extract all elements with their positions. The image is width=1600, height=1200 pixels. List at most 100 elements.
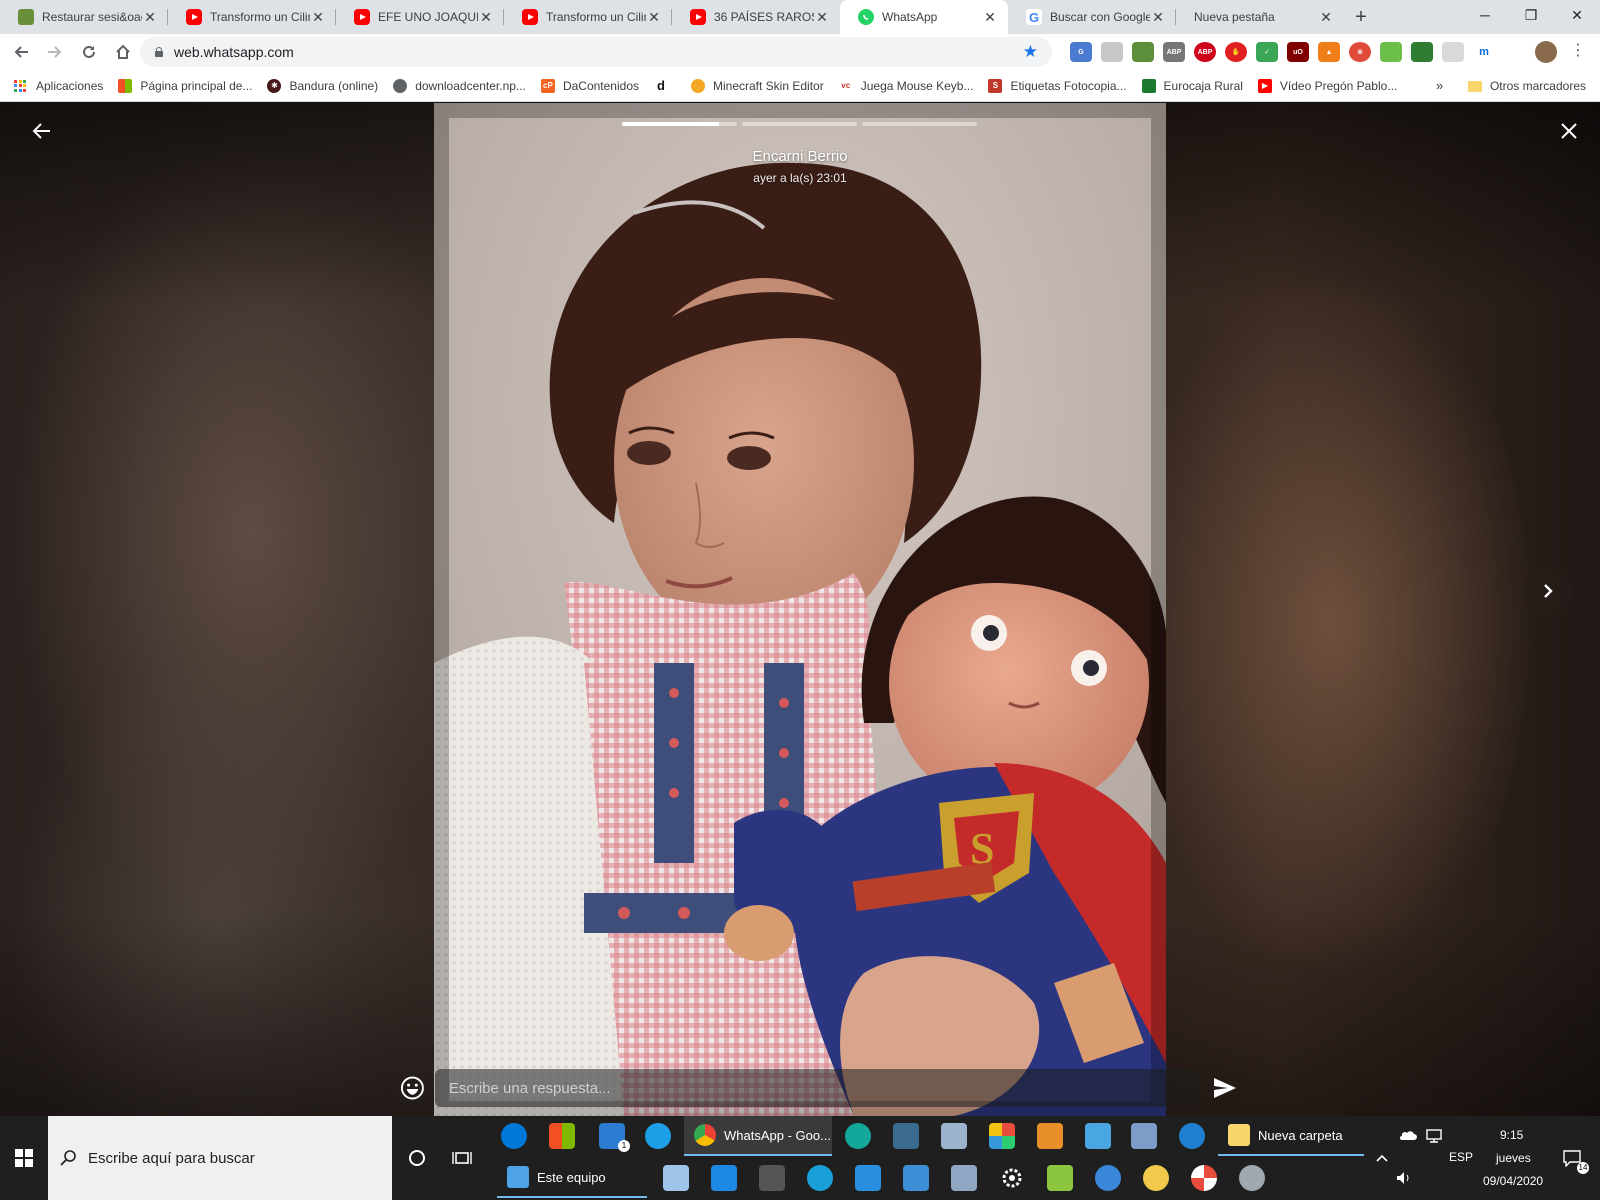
close-tab-icon[interactable]: ✕: [142, 9, 158, 26]
colorful-grid-app-icon[interactable]: [980, 1116, 1024, 1156]
blue-app-icon[interactable]: [702, 1158, 746, 1198]
bookmark-etiquetas[interactable]: S Etiquetas Fotocopia...: [988, 78, 1127, 93]
bookmark-downloadcenter[interactable]: downloadcenter.np...: [393, 78, 526, 93]
close-tab-icon[interactable]: ✕: [982, 9, 998, 26]
globe-extension-icon[interactable]: [1101, 42, 1123, 62]
minimize-icon[interactable]: ─: [1462, 0, 1508, 30]
translate-extension-icon[interactable]: G: [1070, 42, 1092, 62]
green-extension-icon[interactable]: [1380, 42, 1402, 62]
image-extension-icon[interactable]: [1132, 42, 1154, 62]
bookmark-dacontenidos[interactable]: cP DaContenidos: [540, 78, 639, 93]
tab-restore-session[interactable]: Restaurar sesi&oacute ✕: [0, 0, 168, 34]
vlc-cone-icon[interactable]: ▲: [1318, 42, 1340, 62]
bookmark-eurocaja[interactable]: Eurocaja Rural: [1141, 78, 1243, 93]
tab-youtube-2[interactable]: EFE UNO JOAQUIN ✕: [336, 0, 504, 34]
bookmark-d[interactable]: d: [654, 78, 676, 93]
close-tab-icon[interactable]: ✕: [646, 9, 662, 26]
clock-date[interactable]: 09/04/2020: [1483, 1174, 1543, 1188]
mail-icon[interactable]: 1: [590, 1116, 634, 1156]
lock-icon[interactable]: [154, 47, 164, 57]
back-arrow-icon[interactable]: [4, 35, 38, 69]
settings-tool-icon[interactable]: [1122, 1116, 1166, 1156]
close-tab-icon[interactable]: ✕: [814, 9, 830, 26]
menu-dots-icon[interactable]: ⋮: [1570, 40, 1586, 60]
shield-check-icon[interactable]: ✓: [1256, 42, 1278, 62]
taskbar-app-chrome-whatsapp[interactable]: WhatsApp - Goo...: [684, 1116, 832, 1156]
store-icon[interactable]: [540, 1116, 584, 1156]
edge-icon[interactable]: [492, 1116, 536, 1156]
tab-new-tab[interactable]: Nueva pestaña ✕: [1176, 0, 1344, 34]
taskbar-app-este-equipo[interactable]: Este equipo: [497, 1158, 647, 1198]
home-icon[interactable]: [106, 35, 140, 69]
gear-blue-icon[interactable]: [1170, 1116, 1214, 1156]
language-indicator[interactable]: ESP: [1449, 1150, 1473, 1164]
gear-icon[interactable]: [990, 1158, 1034, 1198]
close-tab-icon[interactable]: ✕: [1318, 9, 1334, 26]
control-panel-icon[interactable]: [1076, 1116, 1120, 1156]
bookmarks-overflow-chevron[interactable]: »: [1436, 78, 1443, 93]
notification-center-icon[interactable]: 14: [1550, 1138, 1594, 1178]
status-photo[interactable]: S: [434, 103, 1166, 1116]
red-circle-extension-icon[interactable]: ⊗: [1349, 42, 1371, 62]
chat-bubble-icon[interactable]: [1086, 1158, 1130, 1198]
media-player-app-icon[interactable]: [1028, 1116, 1072, 1156]
usb-app-icon[interactable]: [884, 1116, 928, 1156]
taskbar-search-box[interactable]: Escribe aquí para buscar: [48, 1116, 392, 1200]
ublock-origin-icon[interactable]: uO: [1287, 42, 1309, 62]
phone-app-icon[interactable]: [846, 1158, 890, 1198]
refresh-circle-extension-icon[interactable]: [1442, 42, 1464, 62]
adblock-plus-icon[interactable]: ABP: [1194, 42, 1216, 62]
clock-day[interactable]: jueves: [1496, 1151, 1531, 1165]
reload-icon[interactable]: [72, 35, 106, 69]
bookmark-minecraft[interactable]: Minecraft Skin Editor: [691, 78, 824, 93]
media-circle-icon[interactable]: [798, 1158, 842, 1198]
forward-arrow-icon[interactable]: [38, 35, 72, 69]
abp-gray-extension-icon[interactable]: ABP: [1163, 42, 1185, 62]
new-tab-button[interactable]: +: [1344, 0, 1378, 34]
lifebuoy-icon[interactable]: [1182, 1158, 1226, 1198]
taskbar-app-nueva-carpeta[interactable]: Nueva carpeta: [1218, 1116, 1364, 1156]
download-arrow-icon[interactable]: [894, 1158, 938, 1198]
notepad-app-icon[interactable]: [654, 1158, 698, 1198]
bookmark-juega-mouse[interactable]: vc Juega Mouse Keyb...: [838, 78, 973, 93]
monitor-app-icon[interactable]: [932, 1116, 976, 1156]
close-icon[interactable]: [1557, 119, 1581, 143]
image-viewer-icon[interactable]: [942, 1158, 986, 1198]
green-yellow-app-icon[interactable]: [1038, 1158, 1082, 1198]
adblock-hand-icon[interactable]: ✋: [1225, 42, 1247, 62]
clock-time[interactable]: 9:15: [1500, 1128, 1523, 1142]
start-button[interactable]: [0, 1116, 48, 1200]
volume-icon[interactable]: [1382, 1158, 1426, 1198]
cortana-button[interactable]: [395, 1138, 439, 1178]
close-tab-icon[interactable]: ✕: [478, 9, 494, 26]
calculator-icon[interactable]: [750, 1158, 794, 1198]
bookmark-star-icon[interactable]: ★: [1023, 42, 1038, 62]
close-tab-icon[interactable]: ✕: [1150, 9, 1166, 26]
back-arrow-icon[interactable]: [30, 119, 54, 143]
profile-avatar[interactable]: [1535, 41, 1557, 63]
disc-app-icon[interactable]: [1230, 1158, 1274, 1198]
tab-youtube-4[interactable]: 36 PAÍSES RAROS que ✕: [672, 0, 840, 34]
bookmark-apps[interactable]: Aplicaciones: [14, 79, 103, 93]
tab-whatsapp[interactable]: WhatsApp ✕: [840, 0, 1008, 34]
duck-app-icon[interactable]: [1134, 1158, 1178, 1198]
tab-youtube-1[interactable]: Transformo un Cilindro ✕: [168, 0, 336, 34]
bookmark-video-pregon[interactable]: ▶ Vídeo Pregón Pablo...: [1257, 78, 1397, 93]
next-status-button[interactable]: [1525, 568, 1571, 614]
emoji-icon[interactable]: [400, 1075, 425, 1101]
close-tab-icon[interactable]: ✕: [310, 9, 326, 26]
other-bookmarks[interactable]: Otros marcadores: [1467, 70, 1586, 102]
movistar-extension-icon[interactable]: m: [1473, 42, 1495, 62]
teal-app-icon[interactable]: [836, 1116, 880, 1156]
globe-badge-extension-icon[interactable]: [1411, 42, 1433, 62]
tab-google-search[interactable]: G Buscar con Google ✕: [1008, 0, 1176, 34]
bookmark-bandura[interactable]: ✱ Bandura (online): [267, 78, 378, 93]
restore-icon[interactable]: ❐: [1508, 0, 1554, 30]
reply-input[interactable]: [434, 1069, 1200, 1107]
tab-youtube-3[interactable]: Transformo un Cilindro ✕: [504, 0, 672, 34]
bookmark-microsoft[interactable]: Página principal de...: [118, 78, 252, 93]
close-window-icon[interactable]: ✕: [1554, 0, 1600, 30]
send-icon[interactable]: [1212, 1076, 1238, 1100]
address-bar[interactable]: web.whatsapp.com ★: [140, 37, 1052, 67]
internet-explorer-icon[interactable]: [636, 1116, 680, 1156]
